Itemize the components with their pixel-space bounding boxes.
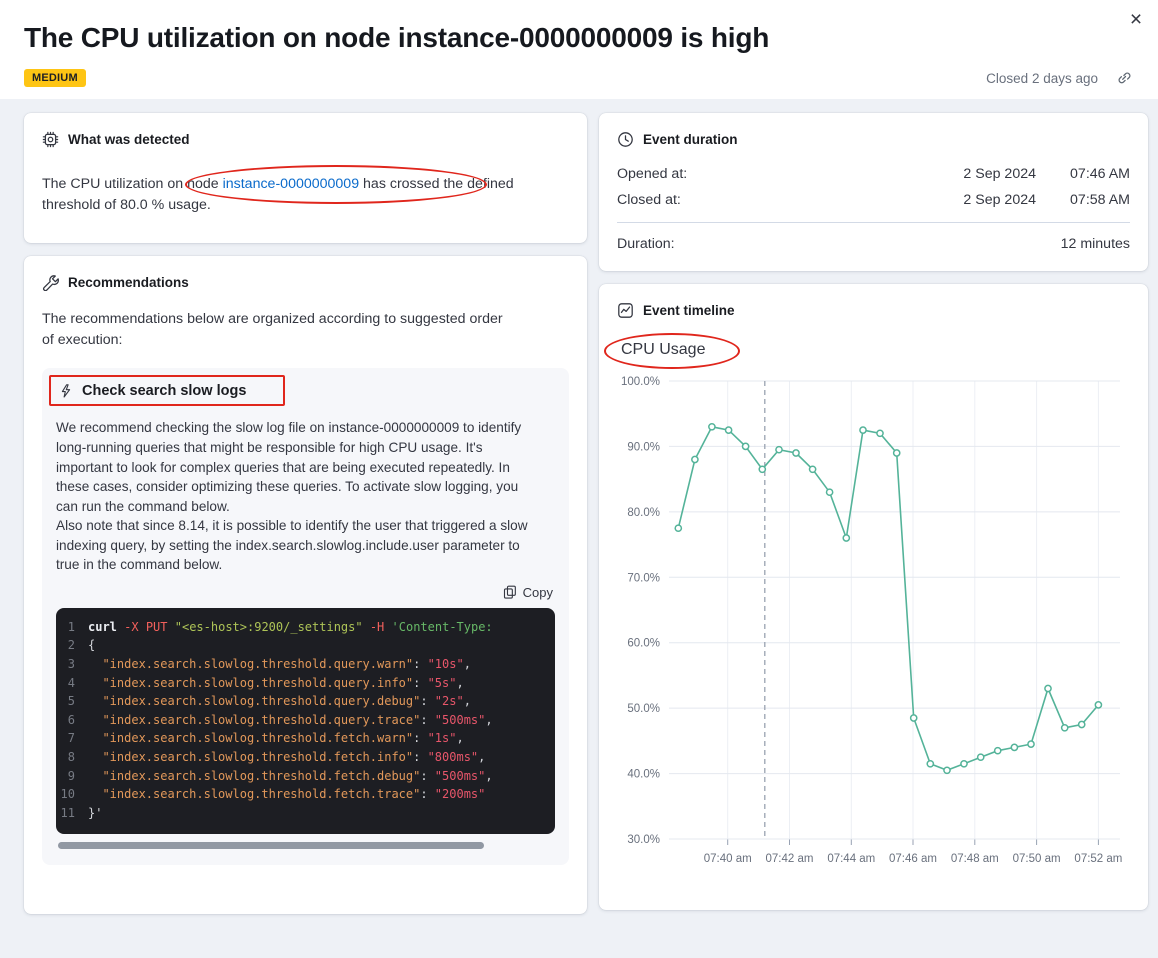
row-date: 2 Sep 2024 <box>963 166 1036 182</box>
duration-row-opened: Opened at: 2 Sep 2024 07:46 AM <box>617 161 1130 187</box>
close-icon[interactable]: × <box>1120 4 1152 36</box>
recommendations-intro: The recommendations below are organized … <box>42 311 503 348</box>
row-label: Closed at: <box>617 192 681 208</box>
svg-text:07:42 am: 07:42 am <box>766 853 814 865</box>
recommendation-paragraph: We recommend checking the slow log file … <box>56 420 522 514</box>
copy-label: Copy <box>522 584 553 600</box>
severity-badge: MEDIUM <box>24 69 86 87</box>
code-hscrollbar-thumb[interactable] <box>58 842 484 850</box>
recommendation-header: Check search slow logs <box>49 375 286 407</box>
card-title: Event timeline <box>643 303 735 318</box>
card-title: Recommendations <box>68 275 189 291</box>
chart-box: 07:40 am 07:42 am 07:44 am 07:46 am 07:48 am… <box>617 367 1130 892</box>
svg-text:60.0%: 60.0% <box>627 638 660 650</box>
card-recommendations: Recommendations The recommendations belo… <box>24 256 587 915</box>
right-column: Event duration Opened at: 2 Sep 2024 07:… <box>599 113 1148 910</box>
page-title: The CPU utilization on node instance-000… <box>24 22 770 53</box>
cpu-chip-icon <box>42 131 59 148</box>
svg-text:07:52 am: 07:52 am <box>1074 853 1122 865</box>
copy-icon <box>503 585 517 600</box>
code-line: 2{ <box>67 638 96 653</box>
duration-rows: Opened at: 2 Sep 2024 07:46 AM Closed at… <box>617 161 1130 253</box>
card-header: Event duration <box>617 131 1130 148</box>
duration-label: Duration: <box>617 236 675 252</box>
node-link-wrap: instance-0000000009 <box>184 165 487 204</box>
recommendation-panel: Check search slow logs We recommend chec… <box>42 368 569 866</box>
card-event-duration: Event duration Opened at: 2 Sep 2024 07:… <box>599 113 1148 271</box>
detected-text-before: The CPU utilization on node <box>42 176 223 192</box>
recommendation-paragraph: Also note that since 8.14, it is possibl… <box>56 518 528 573</box>
link-icon[interactable] <box>1116 70 1132 86</box>
card-title: Event duration <box>643 132 738 147</box>
clock-icon <box>617 131 634 148</box>
detected-text: The CPU utilization on node instance-000… <box>42 165 532 215</box>
row-time: 07:58 AM <box>1070 192 1130 208</box>
code-block[interactable]: 1 curl -X PUT "<es-host>:9200/_settings" … <box>56 607 555 835</box>
card-header: What was detected <box>42 131 569 148</box>
card-header: Event timeline <box>617 302 1130 319</box>
card-what-was-detected: What was detected The CPU utilization on… <box>24 113 587 244</box>
closed-status-text: Closed 2 days ago <box>986 70 1098 86</box>
node-link[interactable]: instance-0000000009 <box>223 176 359 192</box>
svg-text:07:48 am: 07:48 am <box>951 853 999 865</box>
code-line: 4 "index.search.slowlog.threshold.query.… <box>67 675 464 690</box>
svg-text:90.0%: 90.0% <box>627 441 660 453</box>
content-area: What was detected The CPU utilization on… <box>0 99 1158 915</box>
timeline-chart-icon <box>617 302 634 319</box>
svg-text:50.0%: 50.0% <box>627 703 660 715</box>
flyout-header: × The CPU utilization on node instance-0… <box>0 0 1158 99</box>
svg-text:07:50 am: 07:50 am <box>1013 853 1061 865</box>
left-column: What was detected The CPU utilization on… <box>24 113 587 915</box>
code-line: 6 "index.search.slowlog.threshold.query.… <box>67 712 493 727</box>
code-line: 3 "index.search.slowlog.threshold.query.… <box>67 657 471 672</box>
code-line: 8 "index.search.slowlog.threshold.fetch.… <box>67 750 486 765</box>
alert-flyout: × The CPU utilization on node instance-0… <box>0 0 1158 958</box>
duration-total-row: Duration: 12 minutes <box>617 223 1130 253</box>
code-line: 7 "index.search.slowlog.threshold.fetch.… <box>67 731 464 746</box>
duration-row-closed: Closed at: 2 Sep 2024 07:58 AM <box>617 187 1130 213</box>
svg-text:30.0%: 30.0% <box>627 834 660 846</box>
svg-text:70.0%: 70.0% <box>627 572 660 584</box>
lightning-bolt-icon <box>58 383 74 399</box>
svg-text:80.0%: 80.0% <box>627 507 660 519</box>
svg-text:40.0%: 40.0% <box>627 769 660 781</box>
svg-text:100.0%: 100.0% <box>621 376 660 388</box>
svg-text:07:40 am: 07:40 am <box>704 853 752 865</box>
row-time: 07:46 AM <box>1070 166 1130 182</box>
chart-title: CPU Usage <box>621 341 706 358</box>
duration-value: 12 minutes <box>1060 236 1130 252</box>
code-line: 11}' <box>60 805 103 820</box>
copy-button[interactable]: Copy <box>503 585 553 600</box>
row-label: Opened at: <box>617 166 688 182</box>
code-block-lines: 1 curl -X PUT "<es-host>:9200/_settings" … <box>56 618 551 823</box>
code-line: 10 "index.search.slowlog.threshold.fetch… <box>60 787 486 802</box>
card-event-timeline: Event timeline CPU Usage 07:40 am 07:42 a… <box>599 284 1148 910</box>
code-line: 9 "index.search.slowlog.threshold.fetch.… <box>67 768 493 783</box>
chart-title-wrap: CPU Usage <box>604 333 741 369</box>
svg-text:07:46 am: 07:46 am <box>889 853 937 865</box>
code-line: 5 "index.search.slowlog.threshold.query.… <box>67 694 471 709</box>
status-group: Closed 2 days ago <box>986 70 1132 86</box>
meta-row: MEDIUM Closed 2 days ago <box>24 69 1134 87</box>
row-date: 2 Sep 2024 <box>963 192 1036 208</box>
copy-row: Copy <box>56 585 553 600</box>
svg-text:07:44 am: 07:44 am <box>827 853 875 865</box>
code-hscrollbar[interactable] <box>56 842 555 850</box>
recommendation-body: We recommend checking the slow log file … <box>56 418 555 575</box>
card-title: What was detected <box>68 132 190 147</box>
wrench-icon <box>42 274 59 292</box>
code-line: 1 curl -X PUT "<es-host>:9200/_settings" … <box>67 619 493 634</box>
recommendation-title: Check search slow logs <box>82 383 247 400</box>
cpu-usage-chart: 07:40 am 07:42 am 07:44 am 07:46 am 07:48 am… <box>621 376 1122 865</box>
card-header: Recommendations <box>42 274 569 292</box>
